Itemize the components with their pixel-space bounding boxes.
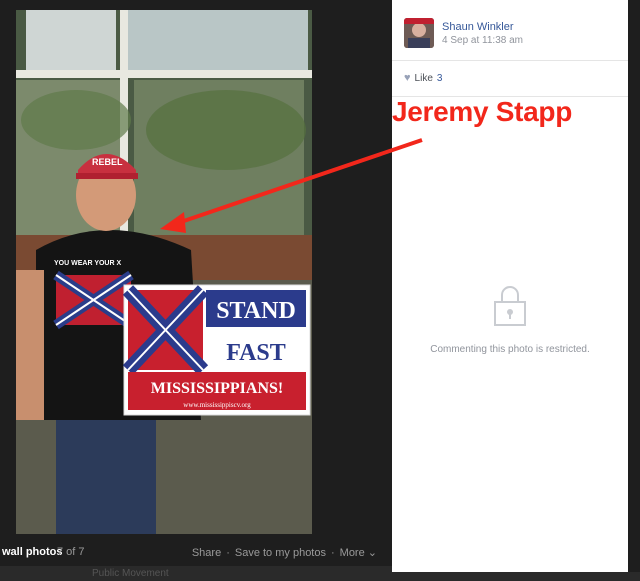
arrow-annotation	[160, 138, 423, 233]
